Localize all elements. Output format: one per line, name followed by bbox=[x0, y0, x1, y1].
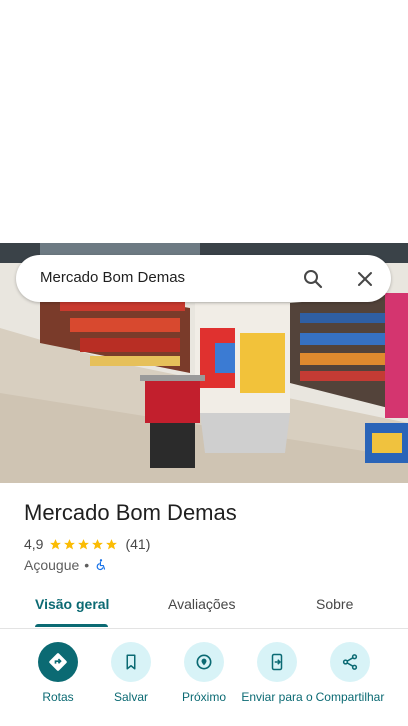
directions-label: Rotas bbox=[42, 690, 74, 704]
share-button[interactable]: Compartilhar bbox=[312, 642, 388, 704]
tab-overview[interactable]: Visão geral bbox=[35, 596, 109, 612]
close-icon[interactable] bbox=[353, 267, 377, 291]
rating-row[interactable]: 4,9 (41) bbox=[24, 536, 150, 552]
review-count[interactable]: (41) bbox=[125, 536, 150, 552]
bookmark-icon bbox=[126, 654, 136, 670]
send-to-phone-icon bbox=[271, 653, 283, 671]
nearby-icon bbox=[196, 654, 212, 670]
star-rating bbox=[49, 538, 119, 551]
active-tab-indicator bbox=[35, 624, 108, 627]
star-icon bbox=[64, 538, 76, 549]
send-to-phone-button[interactable]: Enviar para o bbox=[239, 642, 315, 704]
send-to-phone-label: Enviar para o bbox=[241, 690, 313, 704]
share-label: Compartilhar bbox=[315, 690, 385, 704]
map-blank-area bbox=[0, 0, 408, 243]
star-icon bbox=[78, 538, 90, 549]
tab-bar: Visão geral Avaliações Sobre bbox=[0, 584, 408, 629]
save-button[interactable]: Salvar bbox=[93, 642, 169, 704]
share-icon bbox=[342, 654, 358, 670]
place-category: Açougue bbox=[24, 557, 80, 573]
star-icon bbox=[92, 538, 104, 549]
search-bar[interactable]: Mercado Bom Demas bbox=[16, 255, 391, 302]
tab-about[interactable]: Sobre bbox=[316, 596, 353, 612]
separator-dot: • bbox=[84, 557, 90, 573]
tab-reviews[interactable]: Avaliações bbox=[168, 596, 235, 612]
directions-icon bbox=[49, 653, 67, 671]
star-icon bbox=[50, 538, 62, 549]
wheelchair-accessible-icon bbox=[96, 559, 106, 571]
rating-value: 4,9 bbox=[24, 536, 44, 552]
save-label: Salvar bbox=[113, 690, 148, 704]
nearby-label: Próximo bbox=[181, 690, 226, 704]
search-query[interactable]: Mercado Bom Demas bbox=[40, 269, 185, 286]
star-icon bbox=[106, 538, 118, 549]
place-title: Mercado Bom Demas bbox=[24, 500, 237, 525]
directions-button[interactable]: Rotas bbox=[20, 642, 96, 704]
nearby-button[interactable]: Próximo bbox=[166, 642, 242, 704]
category-row: Açougue • bbox=[24, 557, 108, 573]
search-icon[interactable] bbox=[301, 267, 325, 291]
